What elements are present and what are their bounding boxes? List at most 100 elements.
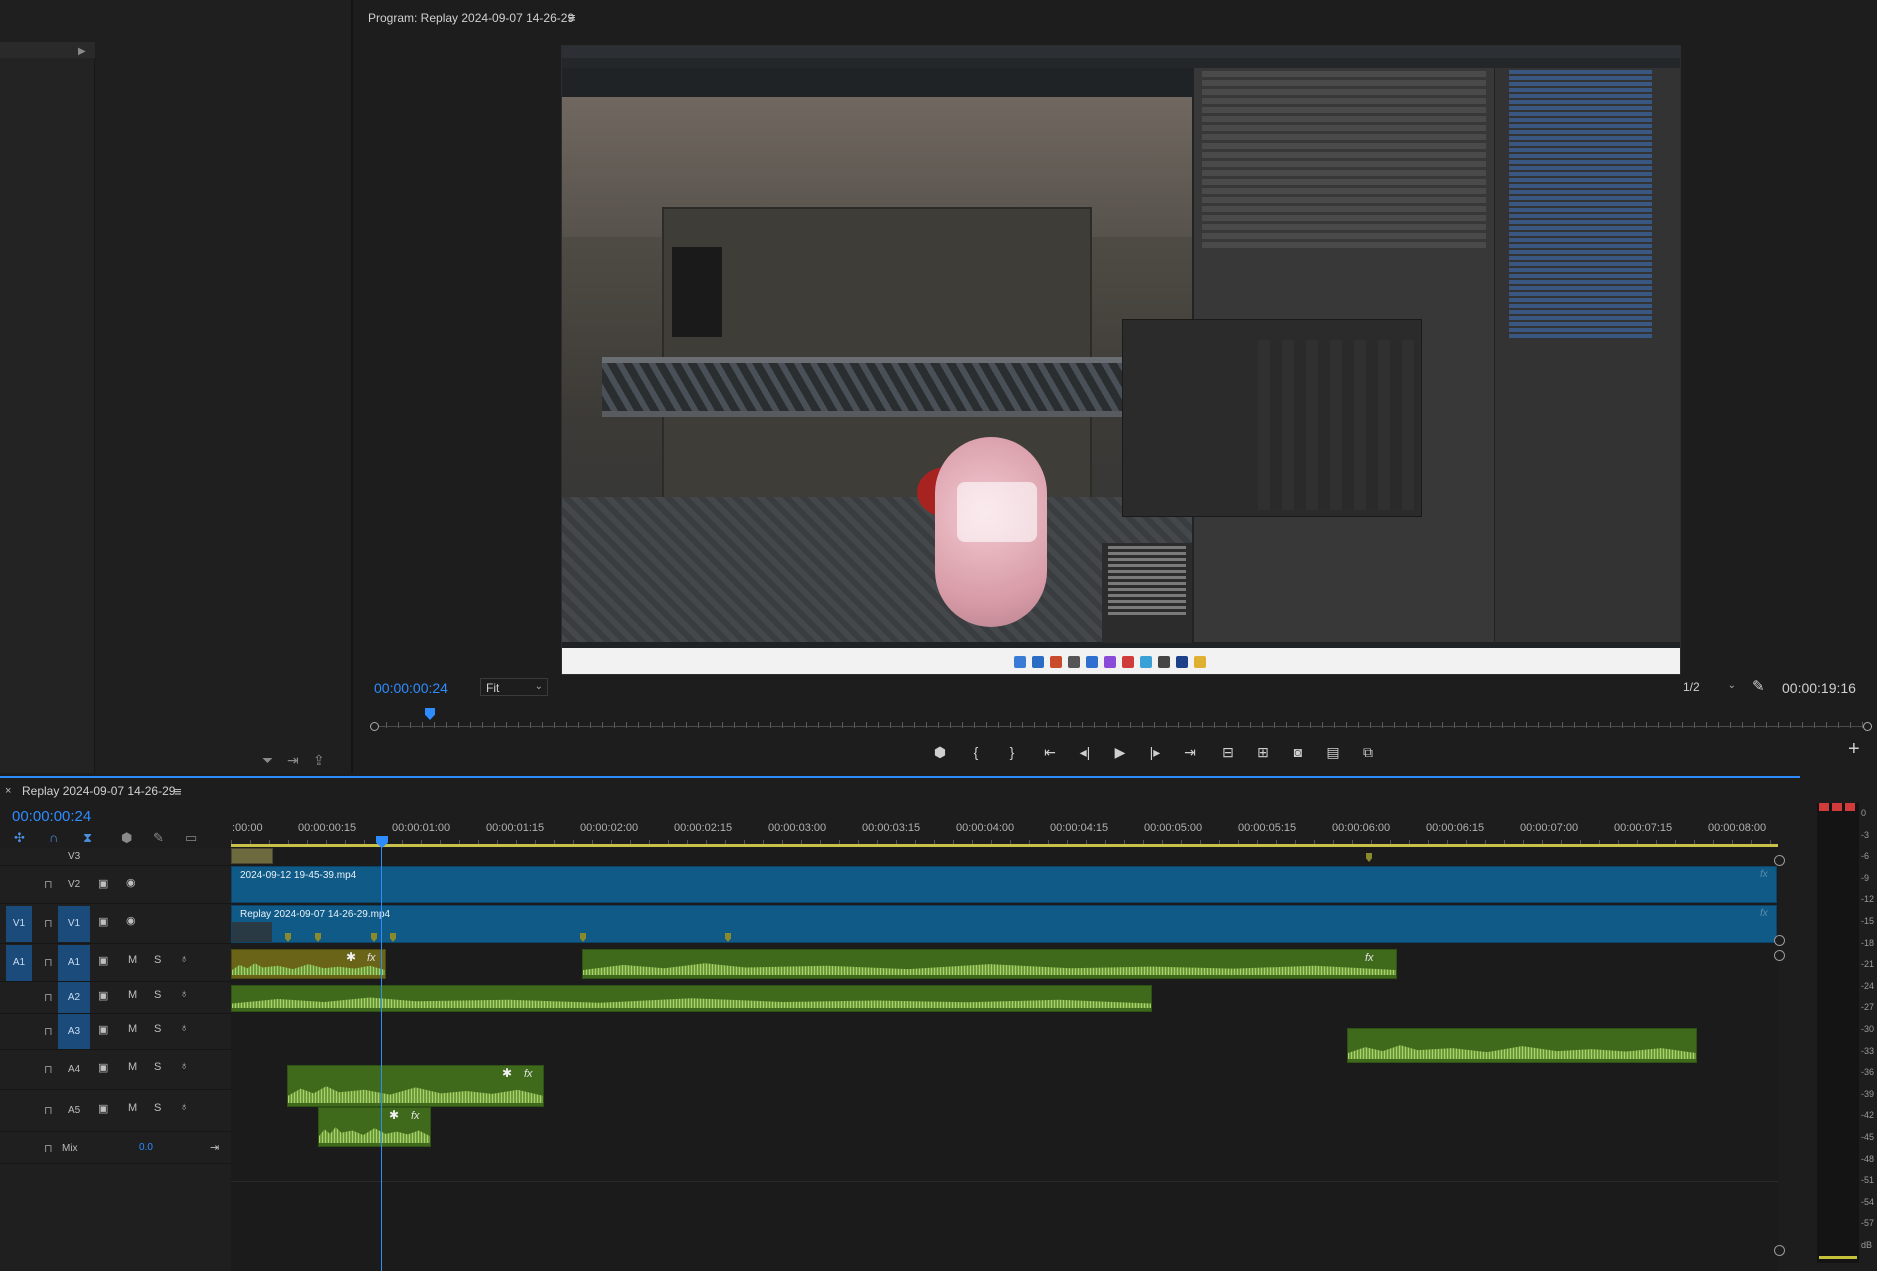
audio-clip-a1-2[interactable]: fx xyxy=(582,949,1397,979)
audio-clip-a2[interactable] xyxy=(231,985,1152,1012)
sync-lock-icon[interactable]: ▣ xyxy=(98,915,108,928)
program-menu-icon[interactable]: ≡ xyxy=(568,10,576,25)
mark-out-button[interactable]: } xyxy=(1000,741,1024,763)
play-button[interactable]: ▶ xyxy=(1108,741,1132,763)
settings-wrench-icon[interactable]: ✎ xyxy=(1752,677,1765,695)
add-marker-icon[interactable]: ⬢ xyxy=(121,830,132,846)
mute-button[interactable]: M xyxy=(128,989,137,1001)
nest-sequence-icon[interactable]: ✣ xyxy=(14,830,25,846)
solo-button[interactable]: S xyxy=(154,989,161,1001)
sync-lock-icon[interactable]: ▣ xyxy=(98,954,108,967)
lock-icon[interactable]: ⊓ xyxy=(44,956,53,969)
track-target-a1[interactable]: A1 xyxy=(58,945,90,981)
export-frame-button[interactable]: ◙ xyxy=(1286,741,1310,763)
track-target-v1[interactable]: V1 xyxy=(58,906,90,942)
go-to-in-button[interactable]: ⇤ xyxy=(1038,741,1062,763)
mute-button[interactable]: M xyxy=(128,954,137,966)
work-area-bar[interactable] xyxy=(231,844,1778,847)
lock-icon[interactable]: ⊓ xyxy=(44,878,53,891)
track-label[interactable]: A4 xyxy=(68,1064,80,1075)
go-to-out-button[interactable]: ⇥ xyxy=(1178,741,1202,763)
filter-icon[interactable]: ⏷ xyxy=(262,752,273,769)
mic-icon[interactable]: ♁ xyxy=(180,953,188,965)
audio-clip-a3[interactable] xyxy=(1347,1028,1697,1063)
app-icon xyxy=(1032,656,1044,668)
mic-icon[interactable]: ♁ xyxy=(180,1060,188,1072)
mute-button[interactable]: M xyxy=(128,1102,137,1114)
export-icon[interactable]: ⇪ xyxy=(313,752,325,769)
mark-in-button[interactable]: { xyxy=(964,741,988,763)
mute-button[interactable]: M xyxy=(128,1061,137,1073)
vertical-scroll-knob[interactable] xyxy=(1774,935,1785,946)
mix-volume-value[interactable]: 0.0 xyxy=(139,1142,153,1153)
mic-icon[interactable]: ♁ xyxy=(180,988,188,1000)
sync-lock-icon[interactable]: ▣ xyxy=(98,1023,108,1036)
solo-button[interactable]: S xyxy=(154,1061,161,1073)
program-timecode[interactable]: 00:00:00:24 xyxy=(374,680,448,696)
timeline-title[interactable]: Replay 2024-09-07 14-26-29 xyxy=(22,784,175,798)
lift-button[interactable]: ⊟ xyxy=(1216,741,1240,763)
lock-icon[interactable]: ⊓ xyxy=(44,991,53,1004)
timeline-timecode[interactable]: 00:00:00:24 xyxy=(12,808,91,825)
extract-button[interactable]: ⊞ xyxy=(1251,741,1275,763)
timeline-menu-icon[interactable]: ≡ xyxy=(174,784,182,799)
source-patch-v1[interactable]: V1 xyxy=(6,906,32,942)
linked-selection-icon[interactable]: ⧗ xyxy=(83,830,92,846)
add-marker-button[interactable]: ⬢ xyxy=(928,741,952,763)
scrubber-end-handle[interactable] xyxy=(1863,722,1872,731)
timeline-settings-wrench-icon[interactable]: ✎ xyxy=(153,830,164,846)
captions-icon[interactable]: ▭ xyxy=(185,830,197,846)
step-back-button[interactable]: ◂| xyxy=(1073,741,1097,763)
sync-lock-icon[interactable]: ▣ xyxy=(98,1102,108,1115)
solo-button[interactable]: S xyxy=(154,954,161,966)
vertical-scroll-knob[interactable] xyxy=(1774,1245,1785,1256)
sync-lock-icon[interactable]: ▣ xyxy=(98,989,108,1002)
clip-indicator-left[interactable] xyxy=(1819,803,1829,811)
track-target-a2[interactable]: A2 xyxy=(58,982,90,1013)
resolution-select[interactable]: 1/2 ⌄ xyxy=(1680,678,1740,696)
video-clip-v1[interactable]: Replay 2024-09-07 14-26-29.mp4 fx xyxy=(231,905,1777,943)
lock-icon[interactable]: ⊓ xyxy=(44,1104,53,1117)
mic-icon[interactable]: ♁ xyxy=(180,1101,188,1113)
track-header-v3: V3 xyxy=(0,848,231,866)
close-tab-icon[interactable]: × xyxy=(5,785,11,797)
scrubber-start-handle[interactable] xyxy=(370,722,379,731)
track-label[interactable]: V2 xyxy=(68,879,80,890)
clip-marker[interactable] xyxy=(1366,853,1372,862)
zoom-fit-select[interactable]: Fit ⌄ xyxy=(480,678,548,696)
lock-icon[interactable]: ⊓ xyxy=(44,917,53,930)
collapse-icon[interactable]: ⇥ xyxy=(210,1141,219,1154)
program-scrubber[interactable] xyxy=(370,708,1872,731)
v3-clip[interactable] xyxy=(231,848,273,864)
clip-indicator-mid[interactable] xyxy=(1832,803,1842,811)
lock-icon[interactable]: ⊓ xyxy=(44,1063,53,1076)
eye-icon[interactable]: ◉ xyxy=(126,914,136,927)
vr-video-button[interactable]: ⧉ xyxy=(1356,741,1380,763)
sync-lock-icon[interactable]: ▣ xyxy=(98,877,108,890)
video-clip-v2[interactable]: 2024-09-12 19-45-39.mp4 fx xyxy=(231,866,1777,903)
eye-icon[interactable]: ◉ xyxy=(126,876,136,889)
button-editor-plus-button[interactable]: + xyxy=(1848,738,1860,761)
chevron-down-icon: ⌄ xyxy=(534,681,543,692)
mic-icon[interactable]: ♁ xyxy=(180,1022,188,1034)
audio-clip-a4[interactable]: ✱ fx xyxy=(287,1065,544,1107)
expand-arrow-icon[interactable]: ▶ xyxy=(78,46,86,57)
mute-button[interactable]: M xyxy=(128,1023,137,1035)
solo-button[interactable]: S xyxy=(154,1023,161,1035)
comparison-view-button[interactable]: ▤ xyxy=(1321,741,1345,763)
snap-icon[interactable]: ∩ xyxy=(49,830,58,845)
vertical-scroll-knob[interactable] xyxy=(1774,950,1785,961)
lock-icon[interactable]: ⊓ xyxy=(44,1142,53,1155)
vertical-scroll-knob[interactable] xyxy=(1774,855,1785,866)
track-label[interactable]: A5 xyxy=(68,1105,80,1116)
track-target-a3[interactable]: A3 xyxy=(58,1014,90,1049)
insert-icon[interactable]: ⇥ xyxy=(287,752,299,769)
step-forward-button[interactable]: |▸ xyxy=(1143,741,1167,763)
sync-lock-icon[interactable]: ▣ xyxy=(98,1061,108,1074)
clip-indicator-right[interactable] xyxy=(1845,803,1855,811)
source-patch-a1[interactable]: A1 xyxy=(6,945,32,981)
audio-clip-a1-1[interactable]: ✱ fx xyxy=(231,949,386,979)
lock-icon[interactable]: ⊓ xyxy=(44,1025,53,1038)
solo-button[interactable]: S xyxy=(154,1102,161,1114)
audio-clip-a5[interactable]: ✱ fx xyxy=(318,1107,431,1147)
